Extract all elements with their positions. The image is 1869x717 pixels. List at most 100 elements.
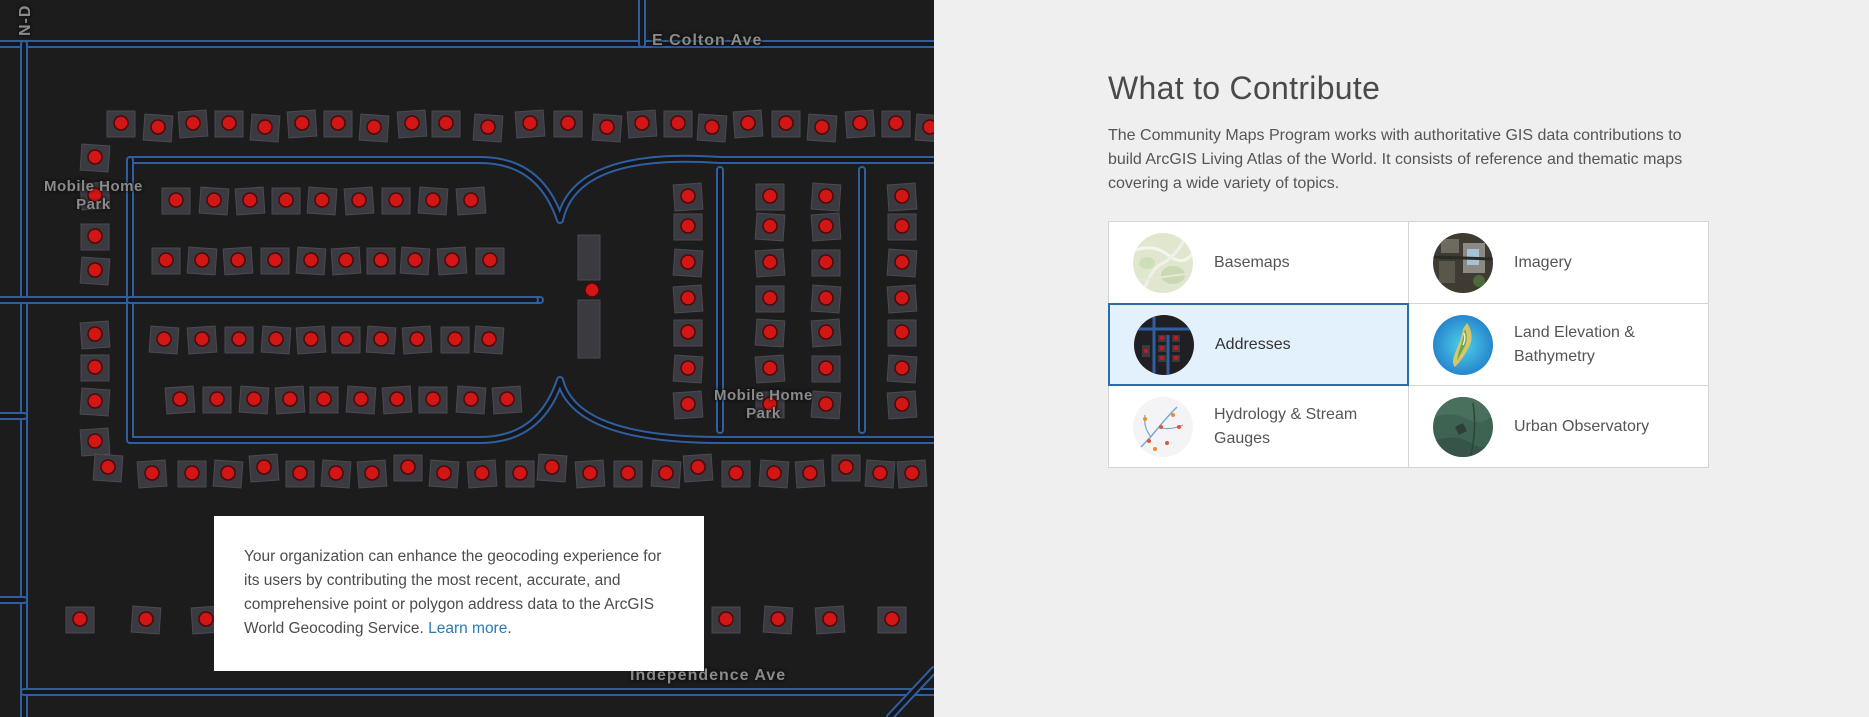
address-point[interactable] — [282, 391, 298, 407]
address-point[interactable] — [404, 115, 420, 131]
address-point[interactable] — [894, 324, 910, 340]
address-point[interactable] — [582, 465, 598, 481]
address-point[interactable] — [388, 192, 404, 208]
address-point[interactable] — [87, 228, 103, 244]
address-point[interactable] — [87, 326, 103, 342]
address-point[interactable] — [922, 119, 934, 135]
address-point[interactable] — [704, 119, 720, 135]
address-point[interactable] — [87, 393, 103, 409]
address-point[interactable] — [544, 459, 560, 475]
address-point[interactable] — [220, 465, 236, 481]
address-point[interactable] — [680, 324, 696, 340]
address-point[interactable] — [852, 115, 868, 131]
address-point[interactable] — [351, 192, 367, 208]
address-point[interactable] — [436, 465, 452, 481]
address-point[interactable] — [194, 331, 210, 347]
address-point[interactable] — [512, 465, 528, 481]
address-point[interactable] — [330, 115, 346, 131]
address-point[interactable] — [409, 331, 425, 347]
address-point[interactable] — [670, 115, 686, 131]
address-point[interactable] — [482, 252, 498, 268]
address-point[interactable] — [138, 611, 154, 627]
address-point[interactable] — [818, 360, 834, 376]
address-point[interactable] — [194, 252, 210, 268]
address-point[interactable] — [184, 465, 200, 481]
address-point[interactable] — [463, 391, 479, 407]
address-point[interactable] — [444, 252, 460, 268]
address-point[interactable] — [168, 192, 184, 208]
address-point[interactable] — [762, 188, 778, 204]
address-point[interactable] — [303, 331, 319, 347]
address-point[interactable] — [407, 252, 423, 268]
address-point[interactable] — [762, 360, 778, 376]
category-card-addresses[interactable]: Addresses — [1108, 303, 1409, 386]
address-point[interactable] — [894, 254, 910, 270]
address-point[interactable] — [425, 192, 441, 208]
address-point[interactable] — [366, 119, 382, 135]
address-point[interactable] — [314, 192, 330, 208]
address-point[interactable] — [198, 611, 214, 627]
address-point[interactable] — [144, 465, 160, 481]
address-point[interactable] — [888, 115, 904, 131]
address-point[interactable] — [246, 391, 262, 407]
address-point[interactable] — [499, 391, 515, 407]
address-point[interactable] — [480, 119, 496, 135]
address-point[interactable] — [294, 115, 310, 131]
address-point[interactable] — [481, 331, 497, 347]
address-point[interactable] — [242, 192, 258, 208]
address-point[interactable] — [680, 218, 696, 234]
address-point[interactable] — [728, 465, 744, 481]
address-point[interactable] — [894, 360, 910, 376]
address-point[interactable] — [894, 290, 910, 306]
address-point[interactable] — [718, 611, 734, 627]
address-point[interactable] — [762, 290, 778, 306]
address-point[interactable] — [328, 465, 344, 481]
address-point[interactable] — [599, 119, 615, 135]
address-point[interactable] — [158, 252, 174, 268]
address-point[interactable] — [690, 459, 706, 475]
address-point[interactable] — [353, 391, 369, 407]
address-point[interactable] — [680, 396, 696, 412]
address-point[interactable] — [762, 324, 778, 340]
address-point[interactable] — [474, 465, 490, 481]
address-point[interactable] — [584, 282, 600, 298]
address-map[interactable]: E Colton Ave Independence Ave N-D Mobile… — [0, 0, 934, 717]
address-point[interactable] — [818, 396, 834, 412]
address-point[interactable] — [770, 611, 786, 627]
address-point[interactable] — [766, 465, 782, 481]
address-point[interactable] — [680, 360, 696, 376]
address-point[interactable] — [814, 119, 830, 135]
address-point[interactable] — [338, 252, 354, 268]
address-point[interactable] — [209, 391, 225, 407]
address-point[interactable] — [818, 218, 834, 234]
address-point[interactable] — [364, 465, 380, 481]
address-point[interactable] — [884, 611, 900, 627]
address-point[interactable] — [150, 119, 166, 135]
address-point[interactable] — [634, 115, 650, 131]
address-point[interactable] — [838, 459, 854, 475]
address-point[interactable] — [267, 252, 283, 268]
address-point[interactable] — [100, 459, 116, 475]
address-point[interactable] — [822, 611, 838, 627]
address-point[interactable] — [438, 115, 454, 131]
address-point[interactable] — [230, 252, 246, 268]
address-point[interactable] — [904, 465, 920, 481]
address-point[interactable] — [278, 192, 294, 208]
address-point[interactable] — [818, 254, 834, 270]
address-point[interactable] — [257, 119, 273, 135]
category-card-elevation[interactable]: Land Elevation & Bathymetry — [1408, 303, 1709, 386]
address-point[interactable] — [292, 465, 308, 481]
learn-more-link[interactable]: Learn more — [428, 620, 507, 637]
address-point[interactable] — [87, 433, 103, 449]
address-point[interactable] — [268, 331, 284, 347]
address-point[interactable] — [778, 115, 794, 131]
address-point[interactable] — [389, 391, 405, 407]
address-point[interactable] — [872, 465, 888, 481]
address-point[interactable] — [680, 188, 696, 204]
address-point[interactable] — [338, 331, 354, 347]
address-point[interactable] — [560, 115, 576, 131]
address-point[interactable] — [680, 290, 696, 306]
address-point[interactable] — [818, 324, 834, 340]
address-point[interactable] — [463, 192, 479, 208]
address-point[interactable] — [72, 611, 88, 627]
